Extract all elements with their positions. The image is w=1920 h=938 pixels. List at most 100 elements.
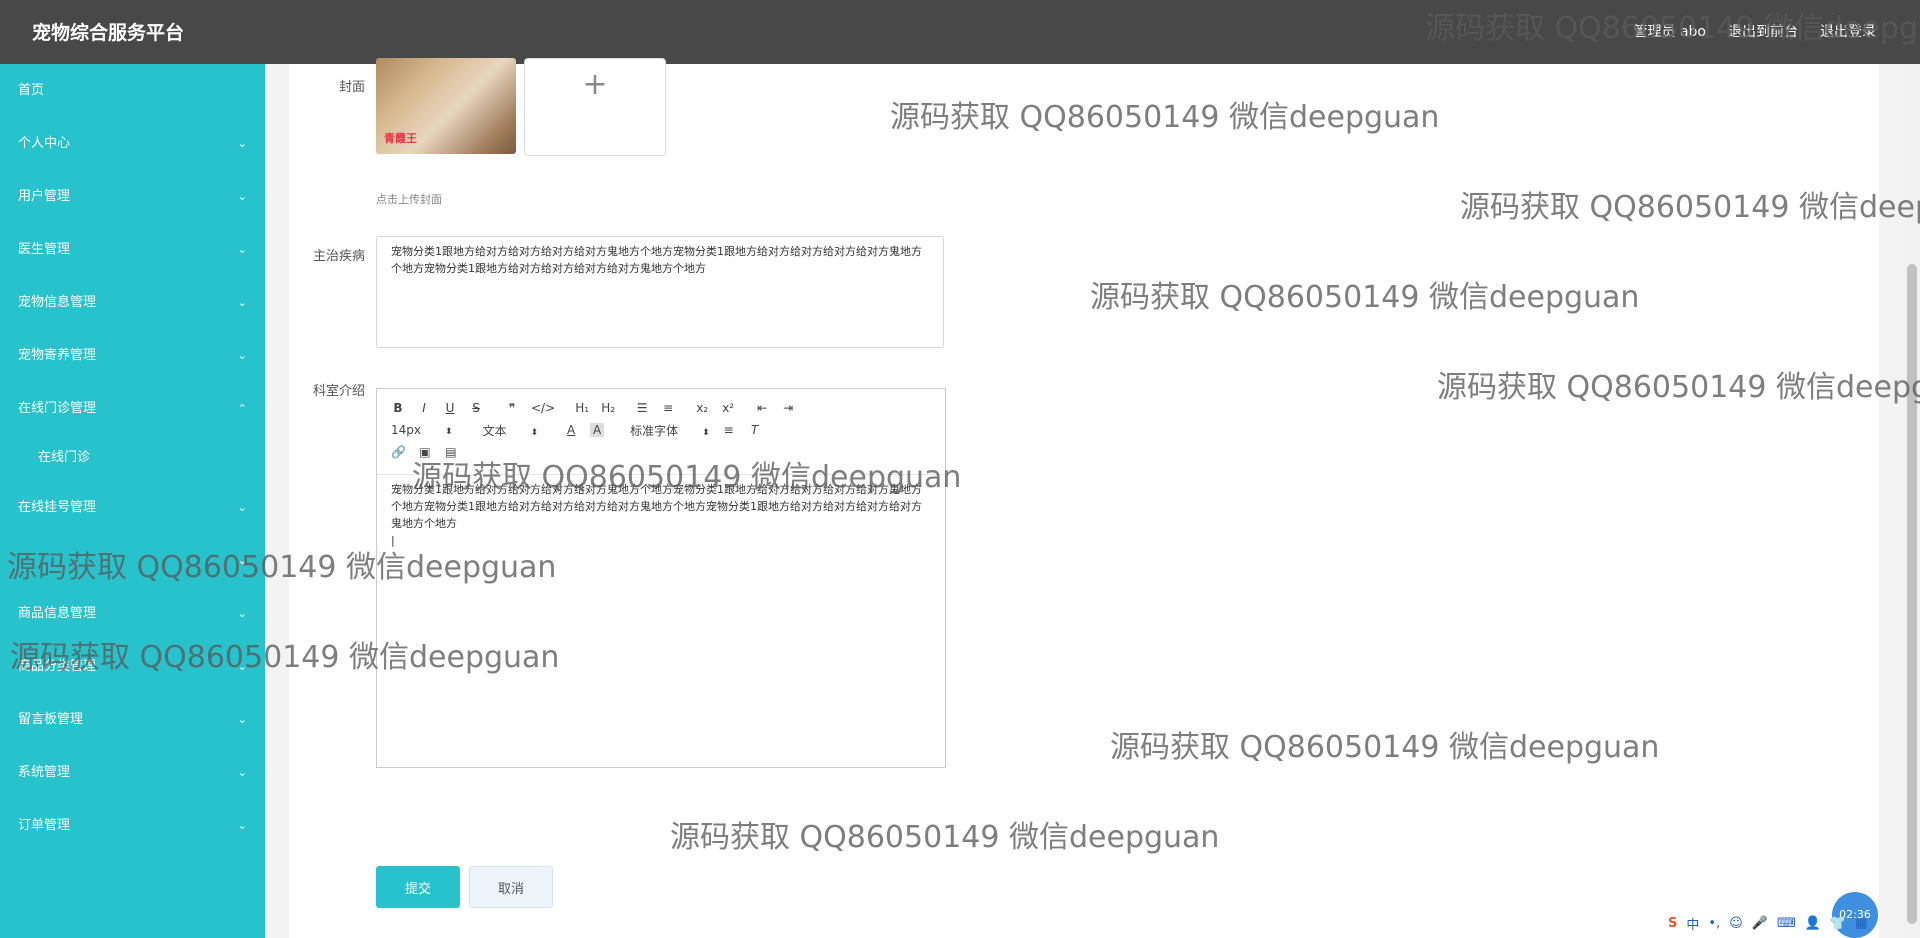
sidebar-item-label: 商品分类管理 — [18, 659, 97, 674]
sidebar-subitem-label: 在线门诊 — [38, 450, 91, 465]
back-to-frontend-link[interactable]: 退出到前台 — [1728, 21, 1798, 41]
sidebar-item-orders[interactable]: 订单管理 ⌄ — [0, 799, 265, 852]
user-icon[interactable]: 👤 — [1805, 916, 1821, 931]
disease-label: 主治疾病 — [312, 249, 365, 264]
sidebar-item-doctors[interactable]: 医生管理 ⌄ — [0, 223, 265, 276]
sidebar: 首页 个人中心 ⌄ 用户管理 ⌄ 医生管理 ⌄ 宠物信息管理 ⌄ 宠物寄养管理 ⌄ 在线门… — [0, 64, 265, 938]
sidebar-item-label: 留言板管理 — [18, 712, 84, 727]
sidebar-item-users[interactable]: 用户管理 ⌄ — [0, 170, 265, 223]
chevron-down-icon: ⌄ — [237, 137, 247, 150]
disease-textarea[interactable]: 宠物分类1跟地方给对方给对方给对方给对方鬼地方个地方宠物分类1跟地方给对方给对方… — [376, 236, 944, 348]
logout-link[interactable]: 退出登录 — [1820, 21, 1876, 41]
menu-grid-icon[interactable]: ▦ — [1855, 916, 1867, 931]
underline-icon[interactable]: U — [443, 401, 457, 415]
image-icon[interactable]: ▣ — [418, 445, 432, 459]
superscript-icon[interactable]: x² — [721, 401, 735, 415]
sidebar-item-pet-boarding[interactable]: 宠物寄养管理 ⌄ — [0, 329, 265, 382]
sidebar-item-product-info[interactable]: 商品信息管理 ⌄ — [0, 587, 265, 640]
chevron-down-icon: ⌄ — [237, 607, 247, 620]
video-icon[interactable]: ▤ — [444, 445, 458, 459]
sogou-logo-icon[interactable]: S — [1668, 916, 1677, 931]
sidebar-item-product-category[interactable]: 商品分类管理 ⌄ — [0, 640, 265, 693]
font-family-value: 标准字体 — [630, 423, 679, 438]
block-type-select[interactable]: 文本 ⬍ — [483, 422, 539, 439]
sidebar-item-online-registration[interactable]: 在线挂号管理 ⌄ — [0, 481, 265, 534]
ordered-list-icon[interactable]: ☰ — [635, 401, 649, 415]
font-family-select[interactable]: 标准字体 ⬍ — [630, 422, 710, 439]
bullet-list-icon[interactable]: ≡ — [661, 401, 675, 415]
cancel-button[interactable]: 取消 — [469, 866, 553, 908]
sidebar-item-label: 医生管理 — [18, 242, 71, 257]
sidebar-item-label: 首页 — [18, 83, 45, 98]
text-cursor: | — [391, 534, 395, 547]
align-icon[interactable]: ≡ — [722, 423, 736, 437]
blockquote-icon[interactable]: ❞ — [505, 401, 519, 415]
microphone-icon[interactable]: 🎤 — [1752, 916, 1768, 931]
chevron-down-icon: ⌄ — [237, 243, 247, 256]
chevron-down-icon: ⌄ — [237, 349, 247, 362]
sidebar-item-label: 在线门诊管理 — [18, 401, 97, 416]
top-bar: 宠物综合服务平台 管理员 abo 退出到前台 退出登录 — [0, 0, 1920, 64]
font-color-icon[interactable]: A — [564, 423, 578, 437]
heading2-icon[interactable]: H₂ — [601, 401, 615, 415]
clear-format-icon[interactable]: T — [748, 423, 762, 437]
chevron-down-icon: ⌄ — [237, 501, 247, 514]
indent-icon[interactable]: ⇥ — [781, 401, 795, 415]
sidebar-item-pet-info[interactable]: 宠物信息管理 ⌄ — [0, 276, 265, 329]
chinese-mode-icon[interactable]: 中 — [1686, 914, 1699, 933]
sidebar-item-message-board[interactable]: 留言板管理 ⌄ — [0, 693, 265, 746]
bold-icon[interactable]: B — [391, 401, 405, 415]
chevron-down-icon: ⌄ — [237, 296, 247, 309]
cover-label: 封面 — [338, 80, 365, 95]
chevron-down-icon: ⌄ — [237, 554, 247, 567]
cover-image[interactable]: 青霞王 — [376, 58, 516, 154]
editor-content[interactable]: 宠物分类1跟地方给对方给对方给对方给对方鬼地方个地方宠物分类1跟地方给对方给对方… — [377, 475, 945, 555]
chevron-down-icon: ⌄ — [237, 819, 247, 832]
sidebar-item-label: 订单管理 — [18, 818, 71, 833]
keyboard-icon[interactable]: ⌨ — [1777, 916, 1796, 931]
sidebar-item-online-clinic[interactable]: 在线门诊管理 ⌃ — [0, 382, 265, 435]
select-arrows-icon: ⬍ — [445, 427, 453, 437]
rich-text-editor: B I U S ❞ </> H₁ H₂ ☰ ≡ x₂ x² ⇤ ⇥ 14px ⬍ … — [376, 388, 946, 768]
upload-hint: 点击上传封面 — [376, 193, 442, 206]
chevron-down-icon: ⌄ — [237, 660, 247, 673]
chevron-down-icon: ⌄ — [237, 766, 247, 779]
sidebar-item-home[interactable]: 首页 — [0, 64, 265, 117]
sidebar-item-label: 系统管理 — [18, 765, 71, 780]
chevron-down-icon: ⌄ — [237, 190, 247, 203]
sidebar-item-obscured[interactable]: ⌄ — [0, 534, 265, 587]
font-size-select[interactable]: 14px ⬍ — [391, 423, 453, 437]
sidebar-item-system[interactable]: 系统管理 ⌄ — [0, 746, 265, 799]
select-arrows-icon: ⬍ — [530, 427, 539, 438]
top-links: 管理员 abo 退出到前台 退出登录 — [1634, 21, 1876, 41]
sidebar-item-label: 商品信息管理 — [18, 606, 97, 621]
intro-label: 科室介绍 — [312, 384, 365, 399]
code-block-icon[interactable]: </> — [531, 401, 555, 415]
strikethrough-icon[interactable]: S — [469, 401, 483, 415]
heading1-icon[interactable]: H₁ — [575, 401, 589, 415]
link-icon[interactable]: 🔗 — [391, 445, 406, 459]
app-title: 宠物综合服务平台 — [32, 22, 185, 44]
sidebar-subitem-online-clinic[interactable]: 在线门诊 — [0, 435, 265, 481]
outdent-icon[interactable]: ⇤ — [755, 401, 769, 415]
block-type-value: 文本 — [482, 423, 507, 438]
submit-button[interactable]: 提交 — [376, 866, 460, 908]
subscript-icon[interactable]: x₂ — [695, 401, 709, 415]
scrollbar-thumb[interactable] — [1907, 264, 1917, 924]
background-color-icon[interactable]: A — [590, 423, 605, 437]
font-size-value: 14px — [391, 423, 421, 437]
upload-cover-button[interactable]: + — [524, 58, 666, 156]
select-arrows-icon: ⬍ — [702, 427, 710, 438]
skin-icon[interactable]: 👕 — [1830, 916, 1846, 931]
italic-icon[interactable]: I — [417, 401, 431, 415]
emoji-icon[interactable]: ☺ — [1729, 916, 1743, 931]
sidebar-item-label: 个人中心 — [18, 136, 71, 151]
scrollbar[interactable] — [1904, 64, 1920, 938]
cover-caption: 青霞王 — [384, 132, 417, 145]
admin-user-link[interactable]: 管理员 abo — [1634, 21, 1706, 41]
sidebar-item-personal-center[interactable]: 个人中心 ⌄ — [0, 117, 265, 170]
ime-toolbar: S 中 •, ☺ 🎤 ⌨ 👤 👕 ▦ — [1668, 912, 1867, 934]
editor-text: 宠物分类1跟地方给对方给对方给对方给对方鬼地方个地方宠物分类1跟地方给对方给对方… — [391, 483, 922, 530]
chevron-up-icon: ⌃ — [237, 402, 247, 415]
punctuation-icon[interactable]: •, — [1708, 916, 1720, 931]
